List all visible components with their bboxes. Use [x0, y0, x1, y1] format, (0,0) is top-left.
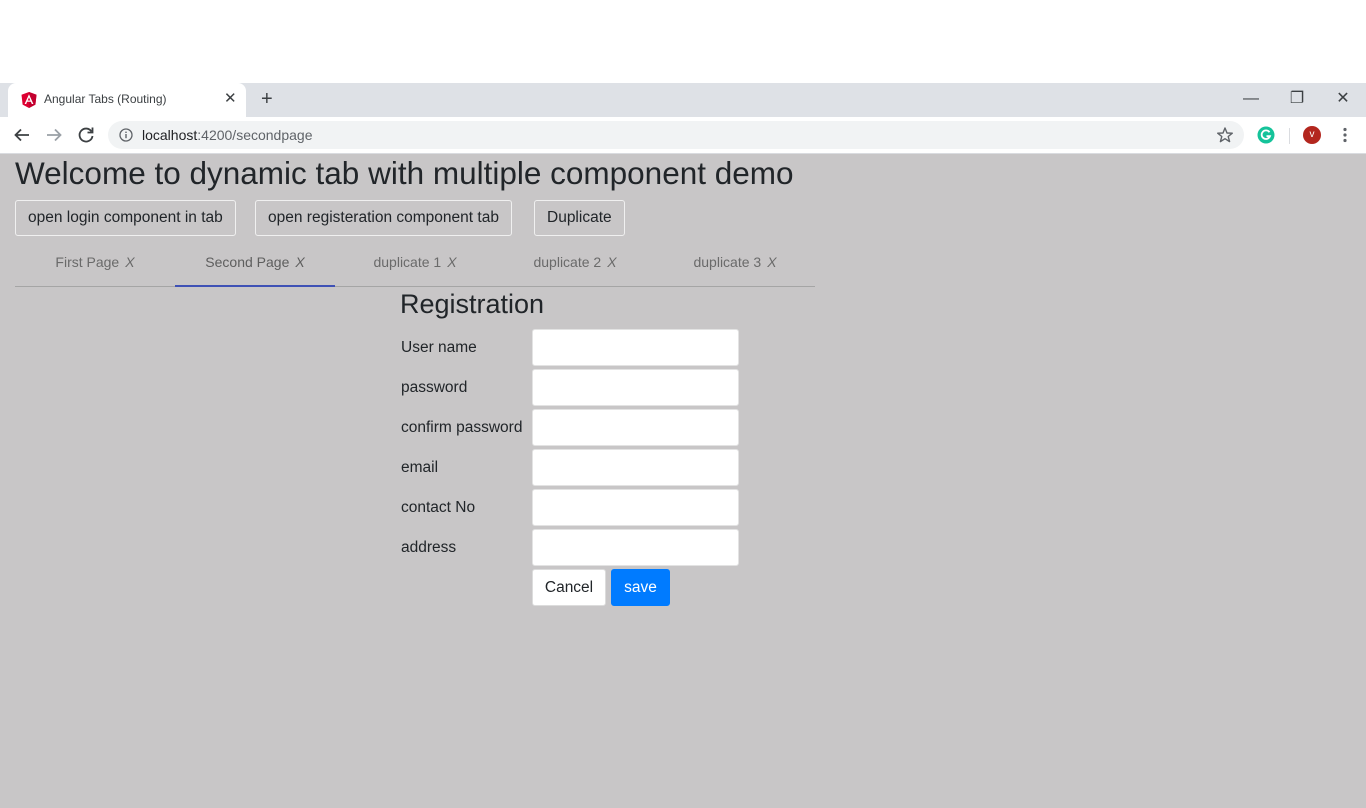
tab-label: Second Page [205, 254, 290, 270]
url-path: :4200/secondpage [197, 127, 313, 143]
page-content: Welcome to dynamic tab with multiple com… [0, 154, 1366, 808]
bookmark-star-icon[interactable] [1216, 126, 1234, 144]
address-field[interactable] [532, 529, 739, 566]
browser-tab-title: Angular Tabs (Routing) [44, 92, 167, 106]
duplicate-button[interactable]: Duplicate [534, 200, 625, 236]
restore-icon[interactable]: ❐ [1286, 89, 1308, 109]
new-tab-icon[interactable]: + [261, 89, 273, 109]
tab-label: duplicate 2 [533, 254, 602, 270]
username-field[interactable] [532, 329, 739, 366]
password-label: password [401, 379, 468, 396]
angular-icon [21, 92, 37, 108]
tab-close-icon[interactable]: X [607, 254, 616, 270]
back-icon[interactable] [12, 125, 32, 145]
cancel-button[interactable]: Cancel [532, 569, 606, 606]
tab-label: duplicate 3 [693, 254, 762, 270]
tab-duplicate-1[interactable]: duplicate 1 X [335, 241, 495, 286]
save-button[interactable]: save [611, 569, 670, 606]
tab-label: duplicate 1 [373, 254, 442, 270]
reload-icon[interactable] [76, 125, 96, 145]
confirm-password-label: confirm password [401, 419, 523, 436]
tab-duplicate-3[interactable]: duplicate 3 X [655, 241, 815, 286]
forward-icon[interactable] [44, 125, 64, 145]
tab-first-page[interactable]: First Page X [15, 241, 175, 286]
kebab-menu-icon[interactable] [1336, 126, 1354, 144]
component-tabs: First Page X Second Page X duplicate 1 X du… [15, 241, 815, 287]
tab-close-icon[interactable]: ✕ [224, 91, 237, 107]
tab-close-icon[interactable]: X [295, 254, 304, 270]
browser-tab[interactable]: Angular Tabs (Routing) ✕ [8, 83, 246, 117]
window-close-icon[interactable]: ✕ [1332, 89, 1354, 109]
blank-area [0, 0, 1366, 83]
address-label: address [401, 539, 457, 556]
confirm-password-field[interactable] [532, 409, 739, 446]
contact-no-field[interactable] [532, 489, 739, 526]
url-text[interactable]: localhost:4200/secondpage [142, 128, 312, 142]
page-title: Welcome to dynamic tab with multiple com… [15, 155, 794, 191]
tab-close-icon[interactable]: X [767, 254, 776, 270]
tab-duplicate-2[interactable]: duplicate 2 X [495, 241, 655, 286]
password-field[interactable] [532, 369, 739, 406]
toolbar-separator [1289, 128, 1290, 144]
contact-no-label: contact No [401, 499, 476, 516]
browser-tabstrip: Angular Tabs (Routing) ✕ + — ❐ ✕ [0, 83, 1366, 117]
tab-second-page[interactable]: Second Page X [175, 241, 335, 287]
browser-toolbar: localhost:4200/secondpage v [0, 117, 1366, 154]
avatar[interactable]: v [1303, 126, 1321, 144]
open-registration-tab-button[interactable]: open registeration component tab [255, 200, 512, 236]
minimize-icon[interactable]: — [1240, 89, 1262, 109]
email-field[interactable] [532, 449, 739, 486]
tab-close-icon[interactable]: X [447, 254, 456, 270]
tab-label: First Page [55, 254, 120, 270]
open-login-tab-button[interactable]: open login component in tab [15, 200, 236, 236]
url-host: localhost [142, 127, 198, 143]
email-label: email [401, 459, 439, 476]
username-label: User name [401, 339, 477, 356]
tab-close-icon[interactable]: X [125, 254, 134, 270]
address-bar[interactable]: localhost:4200/secondpage [108, 121, 1244, 149]
registration-title: Registration [400, 289, 545, 319]
info-icon[interactable] [119, 128, 133, 142]
grammarly-icon[interactable] [1257, 126, 1275, 144]
